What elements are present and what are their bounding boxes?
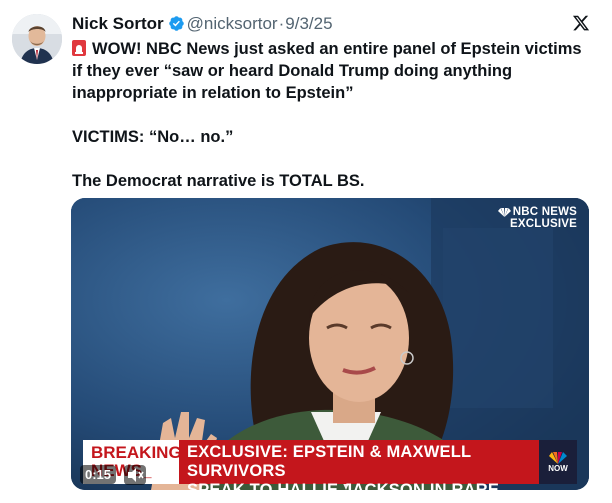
siren-icon — [72, 40, 86, 56]
lower-third-banner: BREAKING NEWS_ EXCLUSIVE: EPSTEIN & MAXW… — [83, 440, 577, 490]
tweet-header: Nick Sortor @nicksortor·9/3/25 — [72, 14, 333, 37]
nbc-now-logo: NOW — [539, 440, 577, 484]
tweet-line-1: WOW! NBC News just asked an entire panel… — [72, 40, 582, 102]
verified-badge-icon — [168, 15, 185, 37]
author-name[interactable]: Nick Sortor — [72, 14, 164, 33]
network-label: NBC NEWS — [512, 206, 577, 218]
headline-box: EXCLUSIVE: EPSTEIN & MAXWELL SURVIVORS S… — [179, 440, 539, 490]
author-handle[interactable]: @nicksortor — [187, 14, 278, 33]
nbc-news-exclusive-bug: NBC NEWS EXCLUSIVE — [497, 206, 577, 230]
avatar[interactable] — [12, 14, 62, 64]
now-label: NOW — [548, 463, 568, 473]
exclusive-label: EXCLUSIVE — [510, 218, 577, 230]
speaker-icon[interactable] — [124, 465, 146, 485]
nbc-peacock-icon — [497, 207, 511, 217]
avatar-image — [12, 14, 62, 64]
breaking-line-1: BREAKING — [91, 443, 182, 462]
nbc-peacock-icon — [549, 451, 567, 464]
tweet-text: WOW! NBC News just asked an entire panel… — [72, 38, 592, 192]
tweet-line-3: The Democrat narrative is TOTAL BS. — [72, 172, 365, 190]
video-timestamp: 0:15 — [80, 465, 117, 484]
x-logo-icon[interactable] — [572, 14, 590, 32]
tweet-line-2: VICTIMS: “No… no.” — [72, 128, 234, 146]
headline-line-1: EXCLUSIVE: EPSTEIN & MAXWELL SURVIVORS — [187, 443, 471, 480]
tweet-date[interactable]: 9/3/25 — [285, 14, 332, 33]
video-player[interactable]: NBC NEWS EXCLUSIVE BREAKING NEWS_ EXCLUS… — [71, 198, 589, 490]
headline-line-2: SPEAK TO HALLIE JACKSON IN RARE INTERVIE… — [187, 481, 500, 490]
separator-dot: · — [278, 14, 285, 33]
